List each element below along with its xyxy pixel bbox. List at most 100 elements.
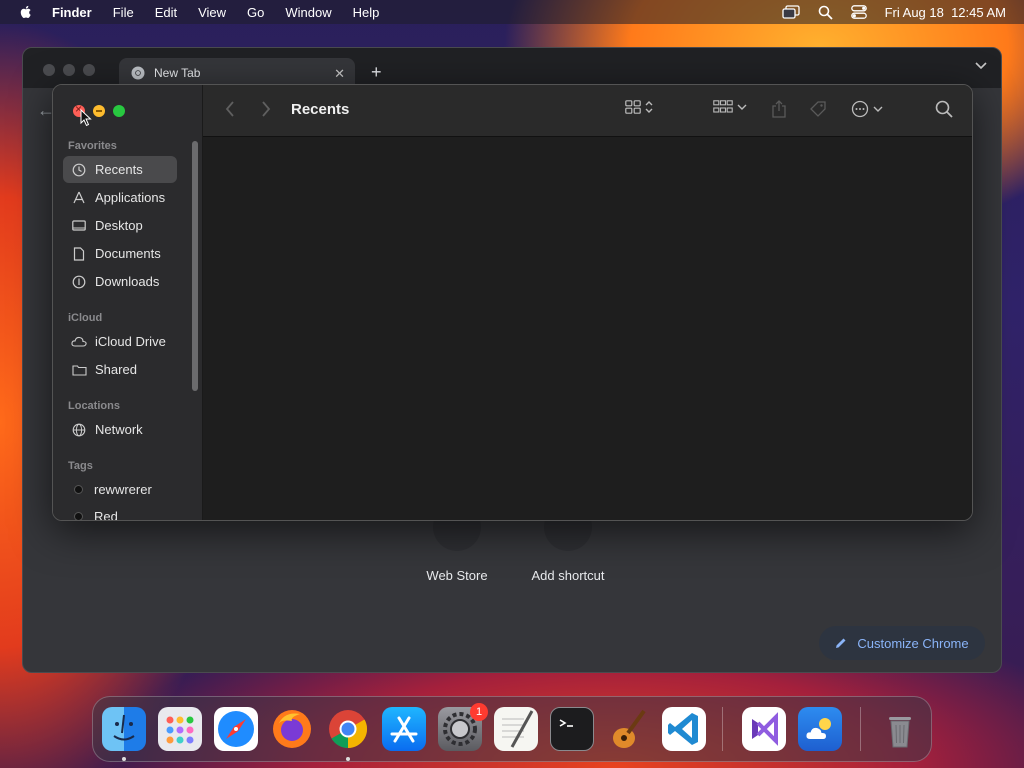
customize-chrome-label: Customize Chrome [857, 635, 969, 651]
control-center-icon[interactable] [850, 5, 867, 19]
tag-dot-icon [74, 485, 83, 494]
dock-vscode-icon[interactable] [662, 707, 706, 751]
share-button[interactable] [771, 100, 787, 118]
back-chevron-icon[interactable] [225, 101, 235, 122]
document-icon [71, 246, 87, 262]
menubar-clock[interactable]: Fri Aug 18 12:45 AM [885, 5, 1006, 20]
dock-trash-icon[interactable] [878, 707, 922, 751]
sidebar-item-shared[interactable]: Shared [63, 356, 177, 383]
notification-badge: 1 [470, 703, 488, 721]
chrome-tab-strip: New Tab ✕ + [23, 48, 1001, 88]
sidebar-item-applications[interactable]: Applications [63, 184, 177, 211]
sidebar-item-downloads[interactable]: Downloads [63, 268, 177, 295]
finder-sidebar: Favorites Recents Applications Desktop D… [53, 85, 203, 520]
sidebar-item-label: rewwrerer [94, 482, 152, 497]
menu-view[interactable]: View [198, 5, 226, 20]
shared-folder-icon [71, 362, 87, 378]
shortcut-label: Add shortcut [531, 568, 605, 583]
finder-window: Favorites Recents Applications Desktop D… [52, 84, 973, 521]
menu-go[interactable]: Go [247, 5, 264, 20]
close-tab-icon[interactable]: ✕ [334, 66, 345, 82]
menu-bar: Finder File Edit View Go Window Help Fri… [0, 0, 1024, 24]
menu-help[interactable]: Help [353, 5, 380, 20]
sidebar-item-tag-rewwrerer[interactable]: rewwrerer [63, 476, 177, 503]
desktop-icon [71, 218, 87, 234]
screen-mirroring-icon[interactable] [781, 5, 800, 19]
sidebar-item-label: Applications [95, 190, 166, 205]
applications-icon [71, 190, 87, 206]
dock: 1 [92, 696, 932, 762]
view-mode-button[interactable] [625, 100, 653, 114]
sidebar-item-icloud-drive[interactable]: iCloud Drive [63, 328, 177, 355]
sidebar-item-label: Downloads [95, 274, 160, 289]
chevron-down-icon [873, 106, 883, 112]
dock-textedit-icon[interactable] [494, 707, 538, 751]
dock-visual-studio-icon[interactable] [742, 707, 786, 751]
menu-app-name[interactable]: Finder [52, 5, 92, 20]
share-icon [772, 100, 786, 118]
sidebar-item-recents[interactable]: Recents [63, 156, 177, 183]
shortcut-label: Web Store [426, 568, 488, 583]
clock-icon [71, 162, 87, 178]
mouse-pointer-icon [80, 109, 92, 127]
finder-toolbar: Recents [203, 85, 972, 137]
dock-app-store-icon[interactable] [382, 707, 426, 751]
apple-icon[interactable] [18, 4, 34, 20]
dock-separator [722, 707, 723, 751]
section-favorites: Favorites [68, 140, 117, 152]
chrome-minimize-button[interactable] [63, 64, 75, 76]
dock-launchpad-icon[interactable] [158, 707, 202, 751]
search-button[interactable] [935, 100, 953, 118]
dock-firefox-icon[interactable] [270, 707, 314, 751]
pencil-icon [836, 638, 846, 648]
globe-icon [71, 422, 87, 438]
tags-button[interactable] [809, 100, 827, 118]
dock-terminal-icon[interactable] [550, 707, 594, 751]
tag-dot-icon [74, 512, 83, 520]
action-button[interactable] [851, 100, 883, 118]
dock-chrome-icon[interactable] [326, 707, 370, 751]
menu-file[interactable]: File [113, 5, 134, 20]
more-actions-icon [851, 100, 869, 118]
chrome-tab-title: New Tab [154, 66, 201, 80]
up-down-chevron-icon [645, 101, 653, 113]
forward-chevron-icon[interactable] [261, 101, 271, 122]
dock-separator [860, 707, 861, 751]
sidebar-item-label: Network [95, 422, 143, 437]
sidebar-item-desktop[interactable]: Desktop [63, 212, 177, 239]
sidebar-item-tag-red[interactable]: Red [63, 503, 177, 521]
finder-window-title: Recents [291, 101, 350, 118]
tag-icon [810, 101, 826, 117]
spotlight-search-icon[interactable] [818, 5, 833, 20]
finder-file-area[interactable] [203, 137, 972, 520]
sidebar-item-label: Recents [95, 162, 143, 177]
search-icon [935, 100, 953, 118]
dock-weather-icon[interactable] [798, 707, 842, 751]
running-indicator [122, 757, 126, 761]
chrome-close-button[interactable] [43, 64, 55, 76]
customize-chrome-button[interactable]: Customize Chrome [819, 626, 985, 660]
sidebar-item-network[interactable]: Network [63, 416, 177, 443]
menu-window[interactable]: Window [285, 5, 331, 20]
chrome-zoom-button[interactable] [83, 64, 95, 76]
finder-zoom-button[interactable] [113, 105, 125, 117]
section-locations: Locations [68, 400, 120, 412]
sidebar-item-label: Documents [95, 246, 161, 261]
sidebar-item-documents[interactable]: Documents [63, 240, 177, 267]
dock-safari-icon[interactable] [214, 707, 258, 751]
sidebar-item-label: Red [94, 509, 118, 521]
cloud-icon [71, 334, 87, 350]
new-tab-button[interactable]: + [371, 62, 382, 83]
chrome-logo-icon [131, 66, 145, 80]
finder-minimize-button[interactable] [93, 105, 105, 117]
sidebar-scrollbar[interactable] [192, 141, 198, 391]
dock-garageband-icon[interactable] [606, 707, 650, 751]
group-grid-icon [713, 100, 733, 113]
chevron-down-icon [737, 104, 747, 110]
group-button[interactable] [713, 100, 747, 114]
dock-finder-icon[interactable] [102, 707, 146, 751]
section-tags: Tags [68, 460, 93, 472]
tab-search-chevron-icon[interactable] [975, 62, 987, 70]
sidebar-item-label: Shared [95, 362, 137, 377]
menu-edit[interactable]: Edit [155, 5, 177, 20]
